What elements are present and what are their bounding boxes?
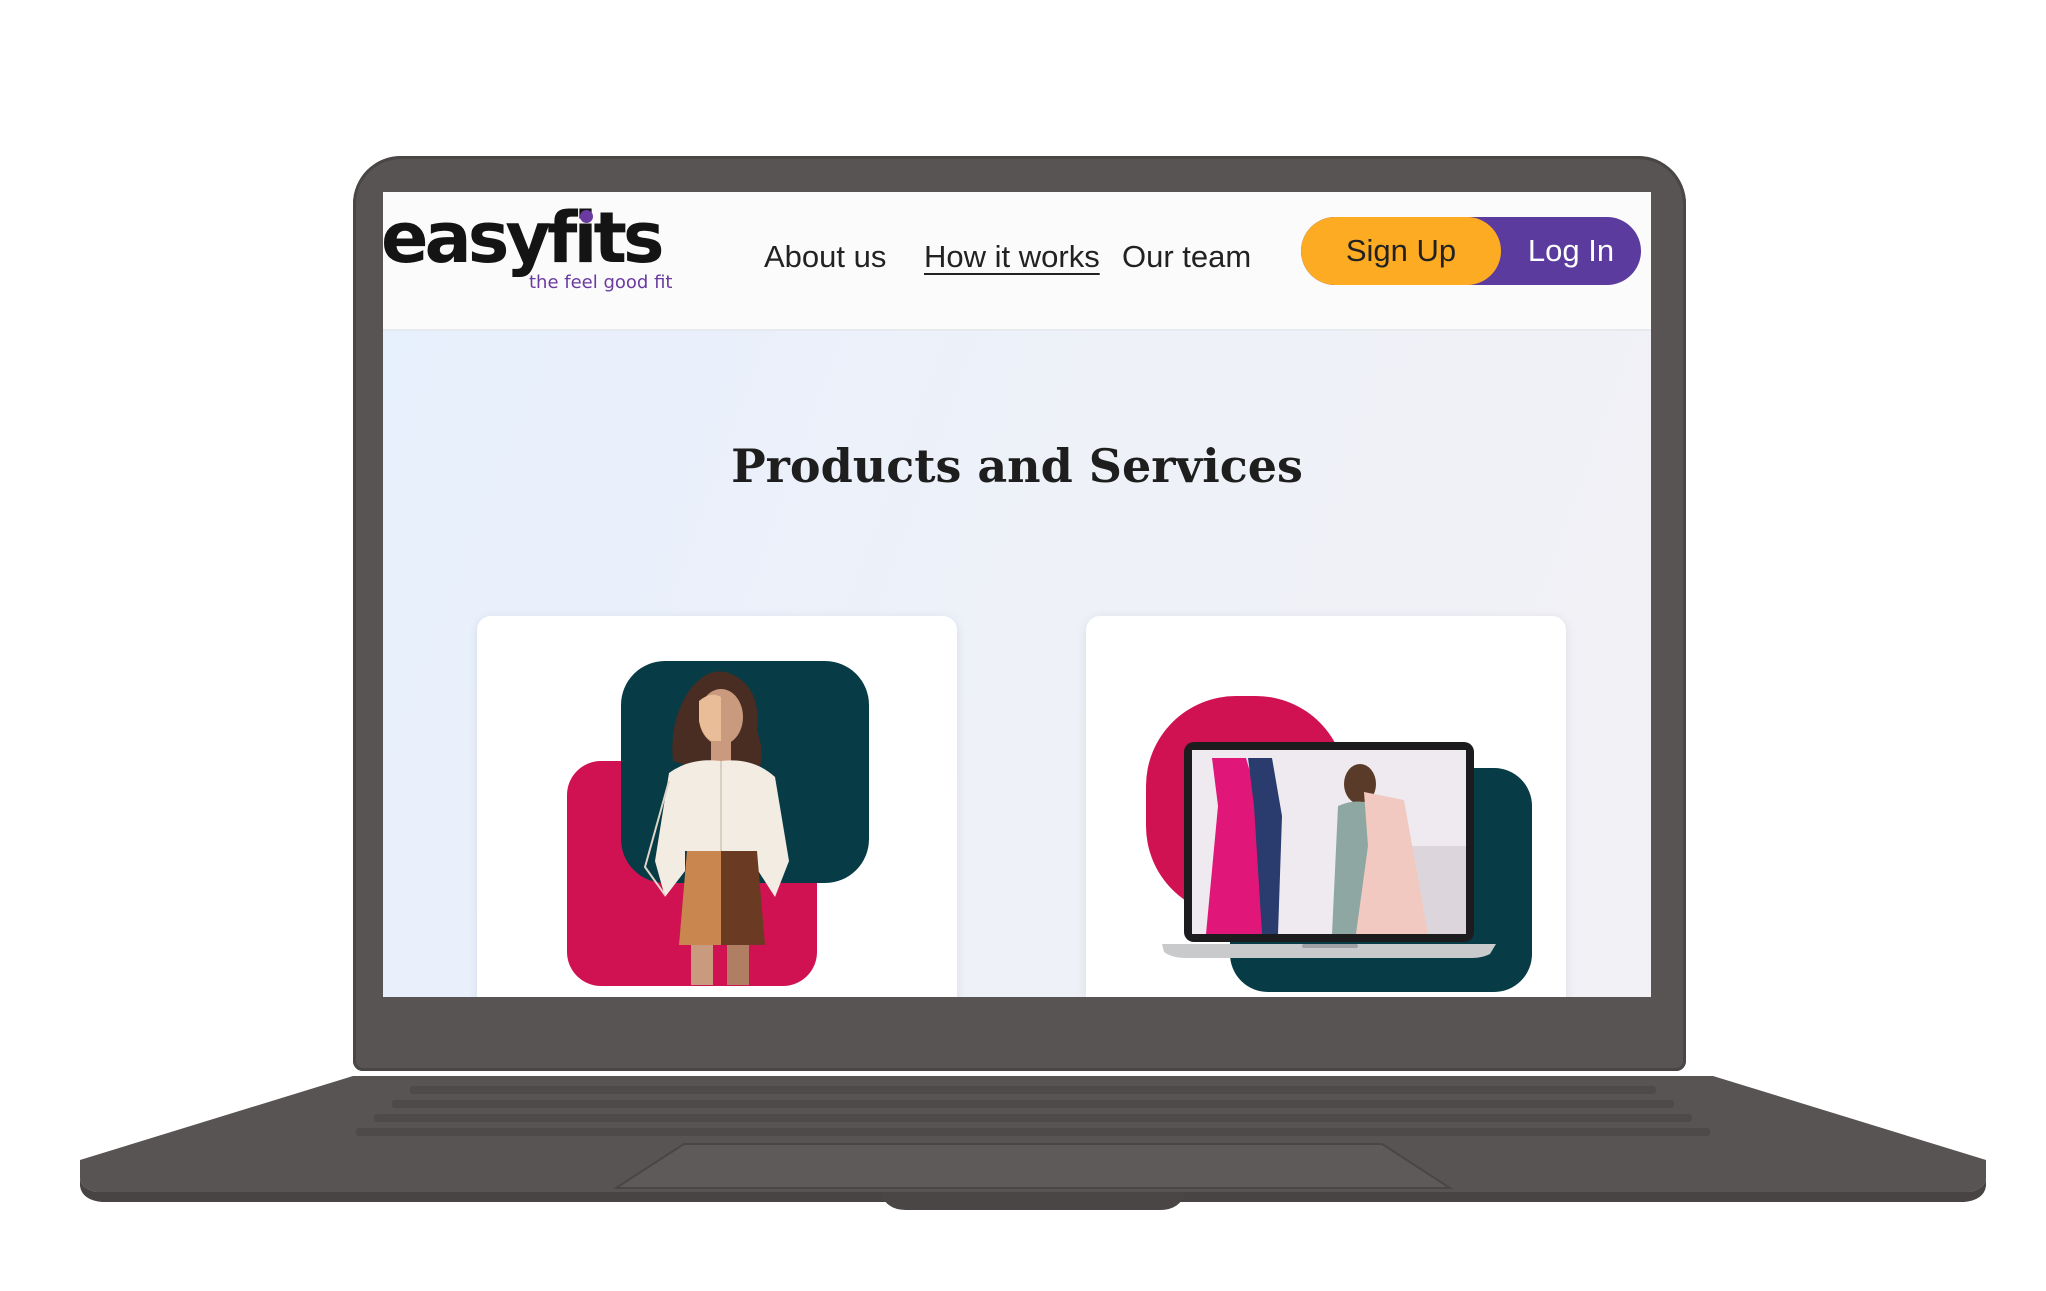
brand-name: easyfits	[383, 197, 665, 279]
nav-our-team[interactable]: Our team	[1122, 232, 1251, 282]
laptop-base	[80, 1076, 1986, 1210]
product-card-1[interactable]	[477, 616, 957, 997]
sign-up-button[interactable]: Sign Up	[1301, 217, 1501, 285]
site-header: easyfits the feel good fit About us How …	[383, 192, 1651, 331]
nav-about-us[interactable]: About us	[764, 232, 886, 282]
product-card-2[interactable]	[1086, 616, 1566, 997]
log-in-button[interactable]: Log In	[1501, 217, 1641, 285]
laptop-screen: easyfits the feel good fit About us How …	[383, 192, 1651, 997]
auth-buttons: Sign Up Log In	[1301, 217, 1641, 285]
brand-logo[interactable]: easyfits the feel good fit	[383, 198, 673, 298]
nav-how-it-works[interactable]: How it works	[924, 232, 1100, 282]
section-title: Products and Services	[731, 439, 1303, 493]
brand-tagline: the feel good fit	[529, 272, 673, 293]
logo-dot-icon	[580, 210, 593, 223]
virtual-fitting-model-illustration	[567, 661, 869, 986]
products-section: Products and Services	[383, 331, 1651, 997]
online-styling-laptop-illustration	[1146, 696, 1532, 992]
device-mockup: easyfits the feel good fit About us How …	[0, 0, 2046, 1291]
